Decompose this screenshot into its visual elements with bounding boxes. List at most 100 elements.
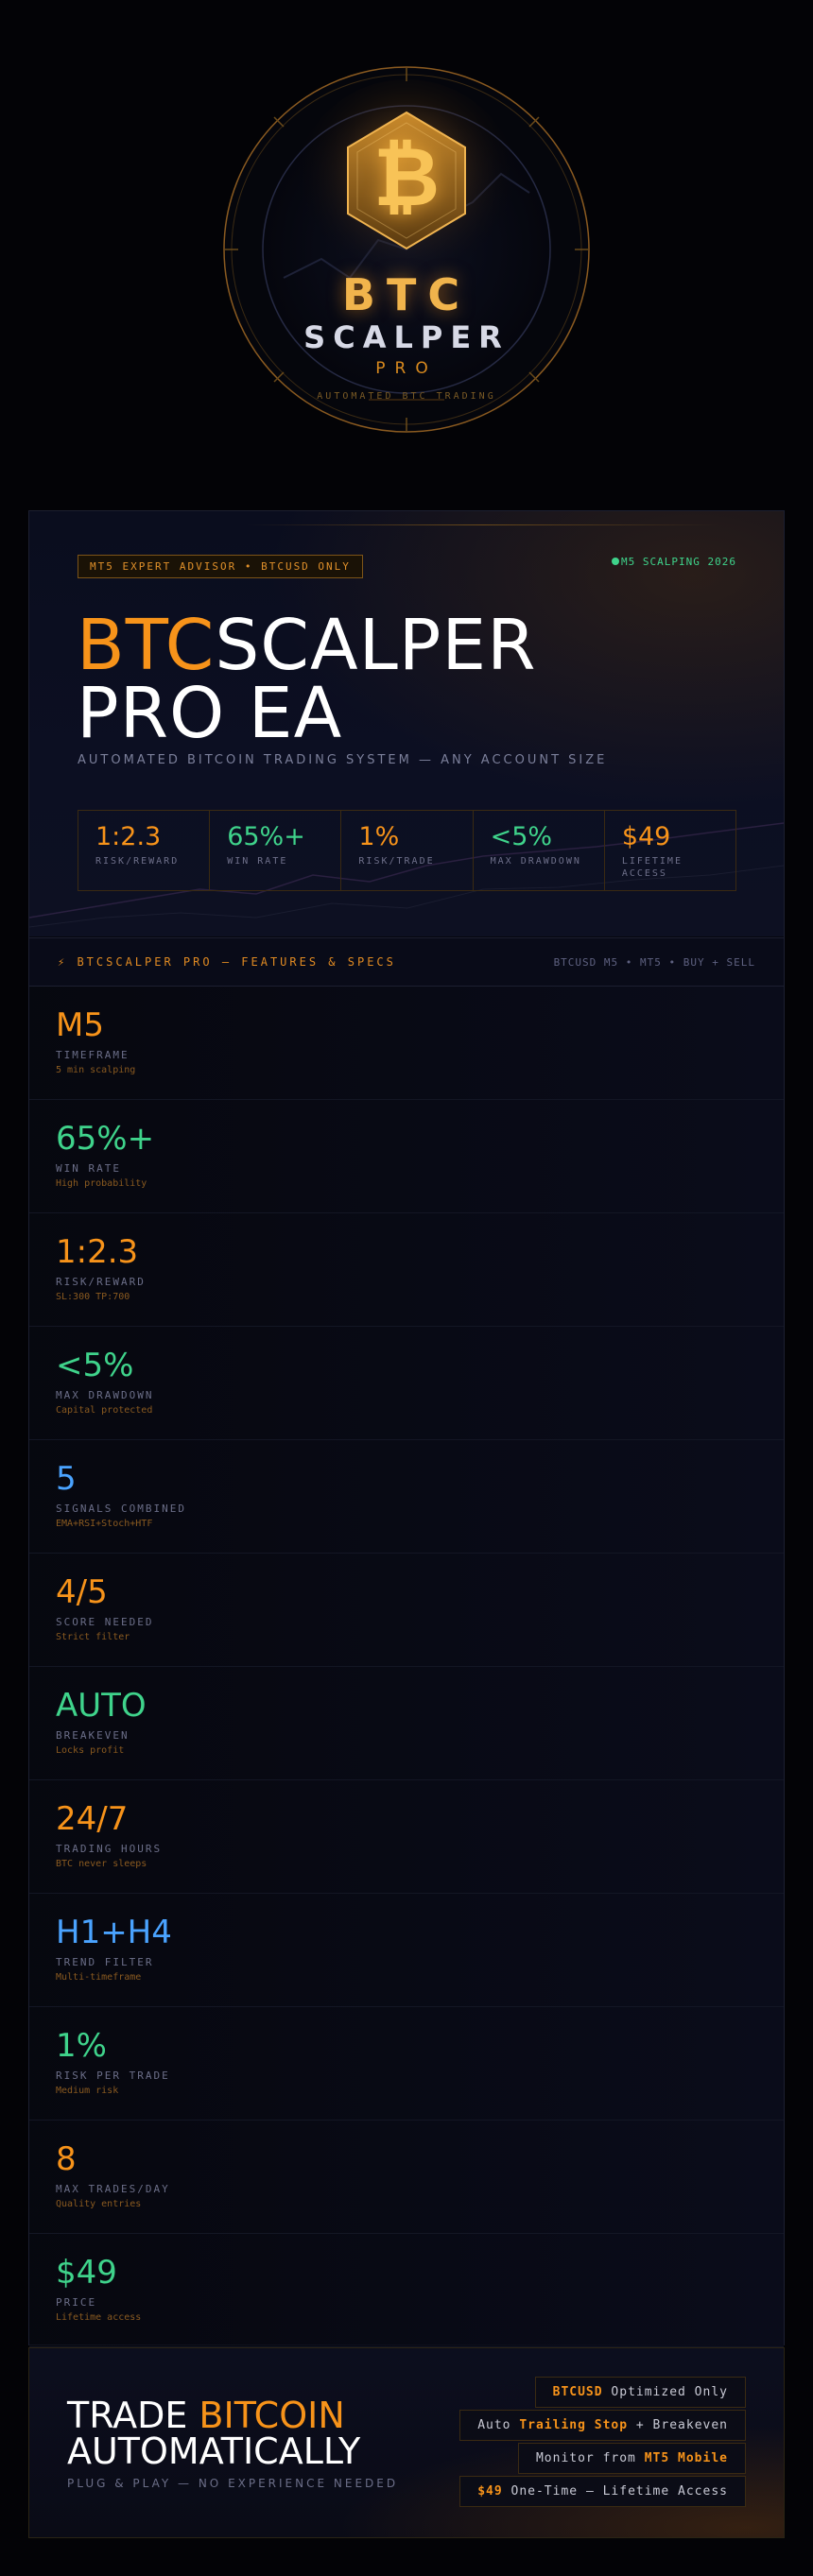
features-list: M5 TIMEFRAME 5 min scalping 65%+ WIN RATE Hi… [29, 987, 784, 2347]
feature-label: SIGNALS COMBINED [56, 1503, 186, 1515]
feature-row: 8 MAX TRADES/DAY Quality entries [29, 2121, 784, 2234]
hero-section: MT5 EXPERT ADVISOR • BTCUSD ONLY M5 SCAL… [29, 511, 784, 936]
pill-bold: $49 [477, 2484, 503, 2499]
feature-label: RISK/REWARD [56, 1276, 146, 1288]
feature-value: 24/7 [56, 1800, 129, 1838]
stat-risk-trade: 1% RISK/TRADE [341, 811, 474, 890]
pill-text: Auto [477, 2418, 520, 2432]
stats-bar: 1:2.3 RISK/REWARD 65%+ WIN RATE 1% RISK/TRA… [78, 810, 736, 891]
pill-text: Optimized Only [602, 2385, 728, 2399]
hero-title: BTCSCALPER PRO EA [77, 610, 537, 748]
pill-bold: MT5 Mobile [644, 2451, 728, 2465]
cta-headline-line2: AUTOMATICALLY [67, 2430, 361, 2472]
live-dot-icon [612, 558, 620, 565]
feature-label: PRICE [56, 2296, 97, 2309]
feature-desc: Locks profit [56, 1745, 125, 1756]
feature-label: TREND FILTER [56, 1956, 154, 1968]
feature-row: 1:2.3 RISK/REWARD SL:300 TP:700 [29, 1213, 784, 1327]
feature-desc: Strict filter [56, 1632, 130, 1642]
stat-label: RISK/REWARD [95, 856, 180, 867]
pill-text: Monitor from [535, 2451, 645, 2465]
hero-title-line2: PRO EA [77, 673, 343, 754]
feature-value: $49 [56, 2254, 117, 2292]
pill-price: $49 One-Time — Lifetime Access [459, 2476, 746, 2507]
features-meta: BTCUSD M5 • MT5 • BUY + SELL [553, 956, 755, 969]
live-status-text: M5 SCALPING 2026 [621, 556, 736, 568]
feature-value: 4/5 [56, 1573, 108, 1611]
feature-value: AUTO [56, 1687, 147, 1725]
feature-label: WIN RATE [56, 1162, 121, 1175]
cta-subtitle: PLUG & PLAY — NO EXPERIENCE NEEDED [67, 2477, 399, 2490]
feature-value: H1+H4 [56, 1914, 172, 1951]
feature-desc: BTC never sleeps [56, 1859, 147, 1869]
feature-row: M5 TIMEFRAME 5 min scalping [29, 987, 784, 1100]
feature-desc: SL:300 TP:700 [56, 1292, 130, 1302]
logo-scalper-text: SCALPER [303, 319, 510, 355]
bitcoin-icon: ₿ [372, 130, 441, 225]
feature-value: 1:2.3 [56, 1233, 139, 1271]
feature-row: 65%+ WIN RATE High probability [29, 1100, 784, 1213]
cta-headline: TRADE BITCOIN AUTOMATICALLY [67, 2397, 360, 2469]
feature-value: 1% [56, 2027, 107, 2065]
logo-btc-text: BTC [341, 269, 472, 320]
logo-tagline: AUTOMATED BTC TRADING [317, 391, 496, 402]
feature-desc: EMA+RSI+Stoch+HTF [56, 1519, 153, 1529]
stat-win-rate: 65%+ WIN RATE [210, 811, 342, 890]
pill-btcusd: BTCUSD Optimized Only [534, 2377, 746, 2408]
feature-row: H1+H4 TREND FILTER Multi-timeframe [29, 1894, 784, 2007]
logo-emblem: ₿ BTC SCALPER PRO AUTOMATED BTC TRADING [0, 0, 813, 472]
main-panel: MT5 EXPERT ADVISOR • BTCUSD ONLY M5 SCAL… [28, 510, 785, 2347]
feature-value: 65%+ [56, 1120, 155, 1158]
pill-trailing-stop: Auto Trailing Stop + Breakeven [459, 2410, 746, 2441]
feature-row: 5 SIGNALS COMBINED EMA+RSI+Stoch+HTF [29, 1440, 784, 1554]
pill-bold: Trailing Stop [519, 2418, 629, 2432]
feature-label: RISK PER TRADE [56, 2069, 170, 2082]
feature-value: 8 [56, 2140, 77, 2178]
feature-desc: Quality entries [56, 2199, 142, 2209]
feature-desc: Lifetime access [56, 2312, 142, 2323]
pill-text: + Breakeven [628, 2418, 728, 2432]
feature-label: MAX TRADES/DAY [56, 2183, 170, 2195]
feature-value: 5 [56, 1460, 77, 1498]
stat-value: $49 [621, 822, 671, 851]
feature-row: $49 PRICE Lifetime access [29, 2234, 784, 2347]
feature-value: M5 [56, 1006, 104, 1044]
logo-pro-text: PRO [375, 359, 438, 378]
pill-bold: BTCUSD [552, 2385, 603, 2399]
hero-subtitle: AUTOMATED BITCOIN TRADING SYSTEM — ANY A… [78, 753, 608, 767]
expert-advisor-tag: MT5 EXPERT ADVISOR • BTCUSD ONLY [78, 555, 363, 578]
feature-row: 4/5 SCORE NEEDED Strict filter [29, 1554, 784, 1667]
stat-value: 1% [358, 822, 400, 851]
stat-value: 65%+ [227, 822, 305, 851]
features-header: ⚡ BTCSCALPER PRO — FEATURES & SPECS BTCU… [29, 937, 784, 987]
stat-value: 1:2.3 [95, 822, 162, 851]
feature-row: AUTO BREAKEVEN Locks profit [29, 1667, 784, 1780]
stat-label: LIFETIME ACCESS [621, 856, 683, 879]
logo-ring-icon [223, 66, 590, 433]
feature-row: 24/7 TRADING HOURS BTC never sleeps [29, 1780, 784, 1894]
pill-mt5-mobile: Monitor from MT5 Mobile [517, 2443, 746, 2474]
feature-label: BREAKEVEN [56, 1729, 130, 1742]
feature-desc: Medium risk [56, 2086, 119, 2096]
cta-banner: TRADE BITCOIN AUTOMATICALLY PLUG & PLAY … [28, 2347, 785, 2538]
feature-desc: 5 min scalping [56, 1065, 136, 1075]
feature-row: 1% RISK PER TRADE Medium risk [29, 2007, 784, 2121]
stat-value: <5% [490, 822, 553, 851]
stat-label: WIN RATE [227, 856, 288, 867]
pill-text: One-Time — Lifetime Access [502, 2484, 728, 2499]
stat-risk-reward: 1:2.3 RISK/REWARD [78, 811, 211, 890]
stat-max-drawdown: <5% MAX DRAWDOWN [474, 811, 605, 890]
features-title: ⚡ BTCSCALPER PRO — FEATURES & SPECS [58, 955, 396, 969]
stat-lifetime-access: $49 LIFETIME ACCESS [605, 811, 735, 890]
feature-label: SCORE NEEDED [56, 1616, 154, 1628]
live-status: M5 SCALPING 2026 [612, 556, 736, 568]
stat-label: RISK/TRADE [358, 856, 435, 867]
feature-row: <5% MAX DRAWDOWN Capital protected [29, 1327, 784, 1440]
feature-desc: Multi-timeframe [56, 1972, 142, 1983]
feature-value: <5% [56, 1347, 134, 1384]
feature-label: MAX DRAWDOWN [56, 1389, 154, 1401]
feature-label: TIMEFRAME [56, 1049, 130, 1061]
feature-label: TRADING HOURS [56, 1843, 163, 1855]
hero-divider [247, 524, 719, 525]
stat-label: MAX DRAWDOWN [490, 856, 581, 867]
